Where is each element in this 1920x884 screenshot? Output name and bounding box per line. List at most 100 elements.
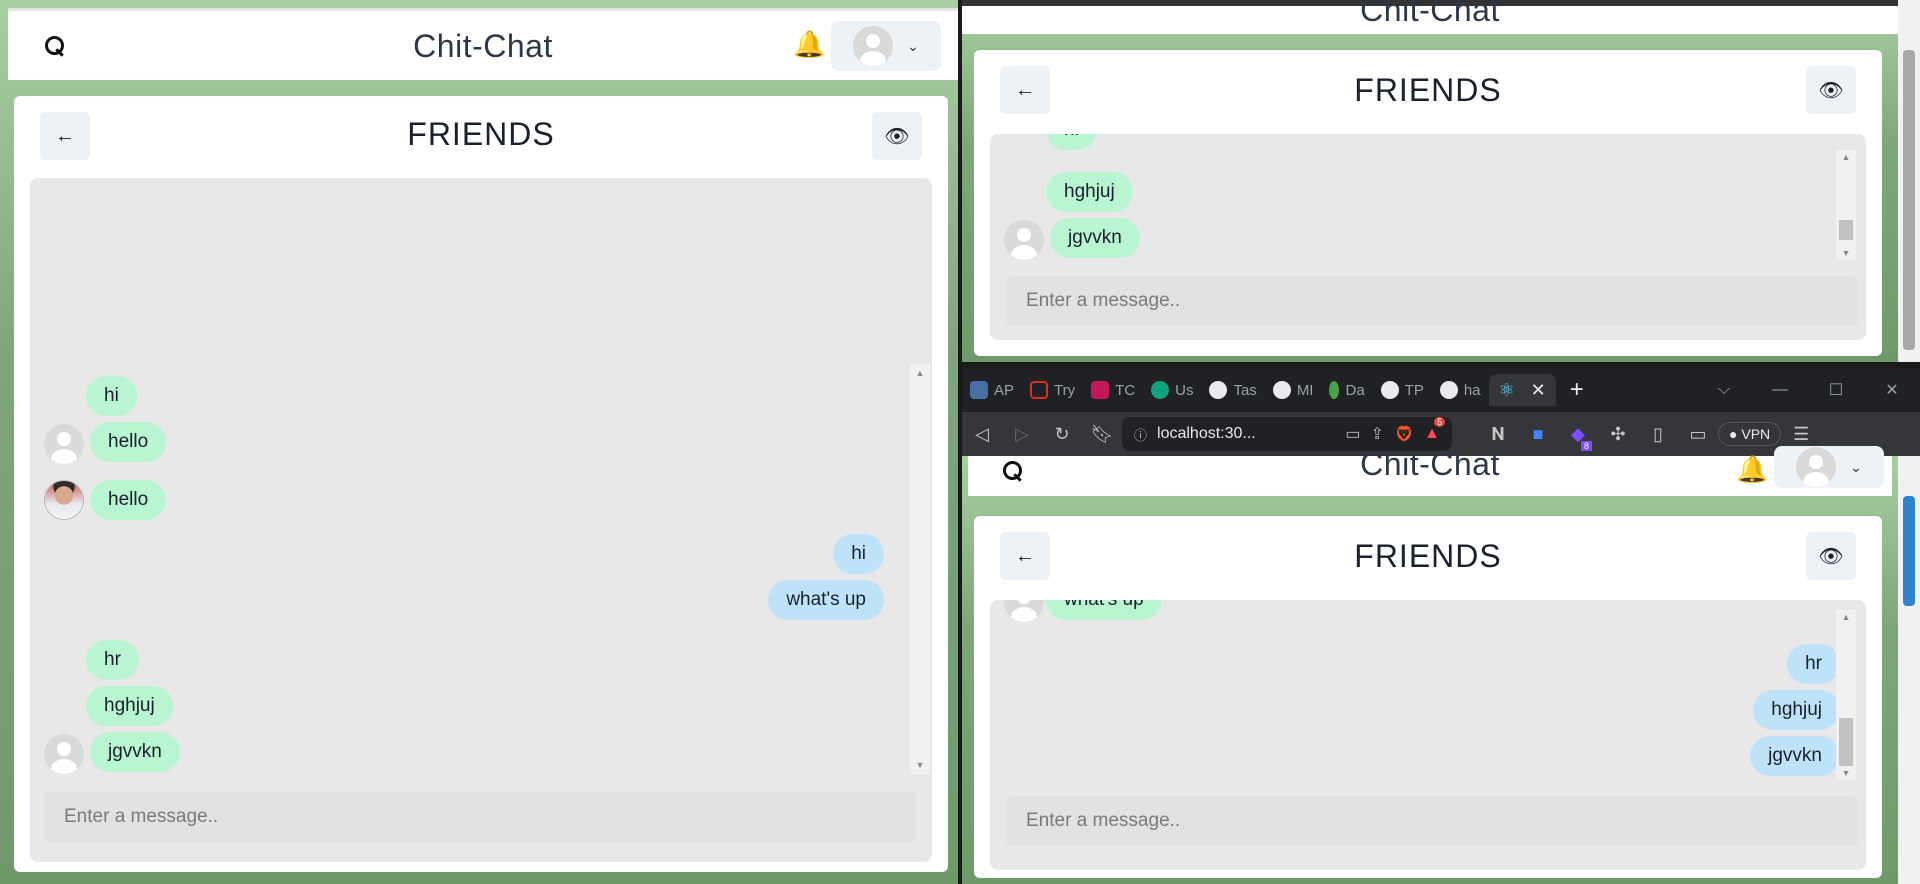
minimize-icon[interactable]: —	[1752, 381, 1808, 399]
scroll-down-icon[interactable]: ▼	[1836, 248, 1856, 258]
page-scroll-thumb[interactable]	[1903, 50, 1915, 350]
scroll-up-icon[interactable]: ▲	[1836, 152, 1856, 162]
sidebar-icon[interactable]: ▯	[1638, 424, 1678, 445]
wallet-icon[interactable]: ▭	[1678, 424, 1718, 445]
apinotes-icon	[970, 381, 988, 399]
messages-scrollbar[interactable]: ▲ ▼	[910, 364, 930, 774]
messages-scrollbar[interactable]: ▲ ▼	[1836, 150, 1856, 260]
scroll-down-icon[interactable]: ▼	[910, 760, 930, 770]
sender-avatar[interactable]	[44, 480, 84, 520]
sender-avatar[interactable]	[44, 734, 84, 774]
scroll-up-icon[interactable]: ▲	[910, 368, 930, 378]
back-nav-icon[interactable]: ◁	[962, 424, 1002, 445]
extension-badge-icon[interactable]: ◆ 8	[1558, 424, 1598, 451]
share-icon[interactable]: ⇪	[1370, 424, 1383, 444]
extension-badge: 8	[1580, 440, 1592, 451]
scroll-thumb[interactable]	[1839, 220, 1853, 240]
chat-card: ← FRIENDS 👁 hi hghjuj jgvvkn ▲ ▼	[974, 50, 1882, 356]
messages-box: hi hello hello hi what's up hr hghjuj jg…	[30, 178, 932, 862]
vpn-label: VPN	[1741, 426, 1771, 442]
left-window: Chit-Chat 🔔 ⌄ ← FRIENDS 👁 hi hello hello…	[0, 0, 958, 884]
rewards-badge: 5	[1434, 417, 1446, 427]
cast-icon[interactable]: ▭	[1345, 424, 1360, 444]
message-bubble: hello	[90, 422, 167, 462]
messages-box: what's up hr hghjuj jgvvkn ▲ ▼	[990, 600, 1866, 870]
mongodb-icon	[1329, 381, 1340, 399]
scroll-down-icon[interactable]: ▼	[1836, 768, 1856, 778]
view-profile-button[interactable]: 👁	[872, 112, 922, 160]
tab-label: TC	[1115, 381, 1136, 399]
bookmark-icon[interactable]: 🔖︎	[1082, 424, 1122, 445]
search-icon	[1002, 460, 1024, 482]
tab-label: AP	[994, 381, 1015, 399]
page-scrollbar[interactable]	[1898, 456, 1920, 884]
extension-square-icon[interactable]: ■	[1518, 424, 1558, 445]
user-menu-button[interactable]: ⌄	[831, 21, 941, 71]
browser-tab-active[interactable]: ⚛ ✕	[1488, 374, 1556, 406]
tab-label: Tas	[1233, 381, 1257, 399]
app-title: Chit-Chat	[1360, 0, 1500, 28]
messages-scrollbar[interactable]: ▲ ▼	[1836, 610, 1856, 780]
scroll-up-icon[interactable]: ▲	[1836, 612, 1856, 622]
browser-tab[interactable]: TP	[1373, 374, 1432, 406]
chatgpt-icon	[1151, 381, 1170, 399]
browser-tab[interactable]: TC	[1083, 374, 1143, 406]
message-bubble: jgvvkn	[90, 732, 180, 772]
tab-label: Da	[1345, 381, 1365, 399]
message-input[interactable]	[44, 792, 916, 842]
browser-tab[interactable]: MI	[1265, 374, 1322, 406]
sender-avatar[interactable]	[1004, 600, 1044, 622]
notification-bell-icon[interactable]: 🔔	[793, 31, 825, 57]
search-button[interactable]	[1002, 460, 1024, 482]
browser-tab[interactable]: Try	[1022, 374, 1083, 406]
search-button[interactable]	[44, 35, 66, 57]
puzzle-icon[interactable]: ✣	[1598, 424, 1638, 445]
vpn-button[interactable]: ● VPN	[1718, 422, 1782, 446]
new-tab-icon[interactable]: +	[1570, 376, 1584, 404]
brave-shield-icon[interactable]: 🦁︎	[1394, 424, 1414, 444]
github-icon	[1380, 381, 1399, 399]
view-profile-button[interactable]: 👁	[1806, 66, 1856, 114]
messages-list[interactable]: hi hghjuj jgvvkn	[990, 134, 1840, 264]
flag-icon	[1091, 381, 1110, 399]
browser-tab[interactable]: AP	[962, 374, 1022, 406]
message-bubble: hello	[90, 480, 167, 520]
tab-search-icon[interactable]: ⌵	[1696, 381, 1752, 399]
sender-avatar[interactable]	[1004, 220, 1044, 260]
forward-nav-icon[interactable]: ▷	[1002, 424, 1042, 445]
message-bubble: hr	[86, 640, 139, 680]
browser-tab[interactable]: Tas	[1201, 374, 1264, 406]
maximize-icon[interactable]: ☐	[1808, 380, 1864, 400]
notification-bell-icon[interactable]: 🔔	[1736, 456, 1768, 482]
scroll-thumb[interactable]	[1839, 718, 1853, 766]
close-tab-icon[interactable]: ✕	[1531, 380, 1546, 401]
user-menu-button[interactable]: ⌄	[1774, 446, 1884, 488]
browser-tab[interactable]: ha	[1432, 374, 1489, 406]
message-input[interactable]	[1006, 796, 1858, 846]
message-bubble: hi	[1046, 134, 1097, 150]
page-scroll-thumb[interactable]	[1903, 496, 1915, 606]
message-bubble: hghjuj	[1046, 172, 1133, 212]
tab-label: Us	[1175, 381, 1194, 399]
browser-tab[interactable]: Us	[1143, 374, 1201, 406]
messages-list[interactable]: what's up hr hghjuj jgvvkn	[990, 600, 1840, 780]
message-bubble: hghjuj	[86, 686, 173, 726]
cloud-icon	[1030, 381, 1049, 399]
messages-list[interactable]: hi hello hello hi what's up hr hghjuj jg…	[30, 178, 910, 778]
browser-tab[interactable]: Da	[1321, 374, 1372, 406]
brave-rewards-icon[interactable]: ▲ 5	[1424, 417, 1446, 443]
view-profile-button[interactable]: 👁	[1806, 532, 1856, 580]
github-icon	[1439, 381, 1458, 399]
sender-avatar[interactable]	[44, 424, 84, 464]
message-input[interactable]	[1006, 276, 1858, 326]
chat-card: ← FRIENDS 👁 what's up hr hghjuj jgvvkn ▲…	[974, 516, 1882, 878]
menu-icon[interactable]: ☰	[1781, 424, 1821, 445]
address-bar[interactable]: ⓘ localhost:30... ▭ ⇪ 🦁︎ ▲ 5	[1122, 417, 1452, 451]
chat-title: FRIENDS	[1354, 72, 1502, 108]
close-window-icon[interactable]: ✕	[1864, 380, 1920, 400]
react-icon: ⚛	[1498, 379, 1515, 400]
chat-title: FRIENDS	[1354, 538, 1502, 574]
page-scrollbar[interactable]	[1898, 0, 1920, 362]
reload-icon[interactable]: ↻	[1042, 424, 1082, 445]
notion-icon[interactable]: 𝐍	[1478, 424, 1518, 445]
